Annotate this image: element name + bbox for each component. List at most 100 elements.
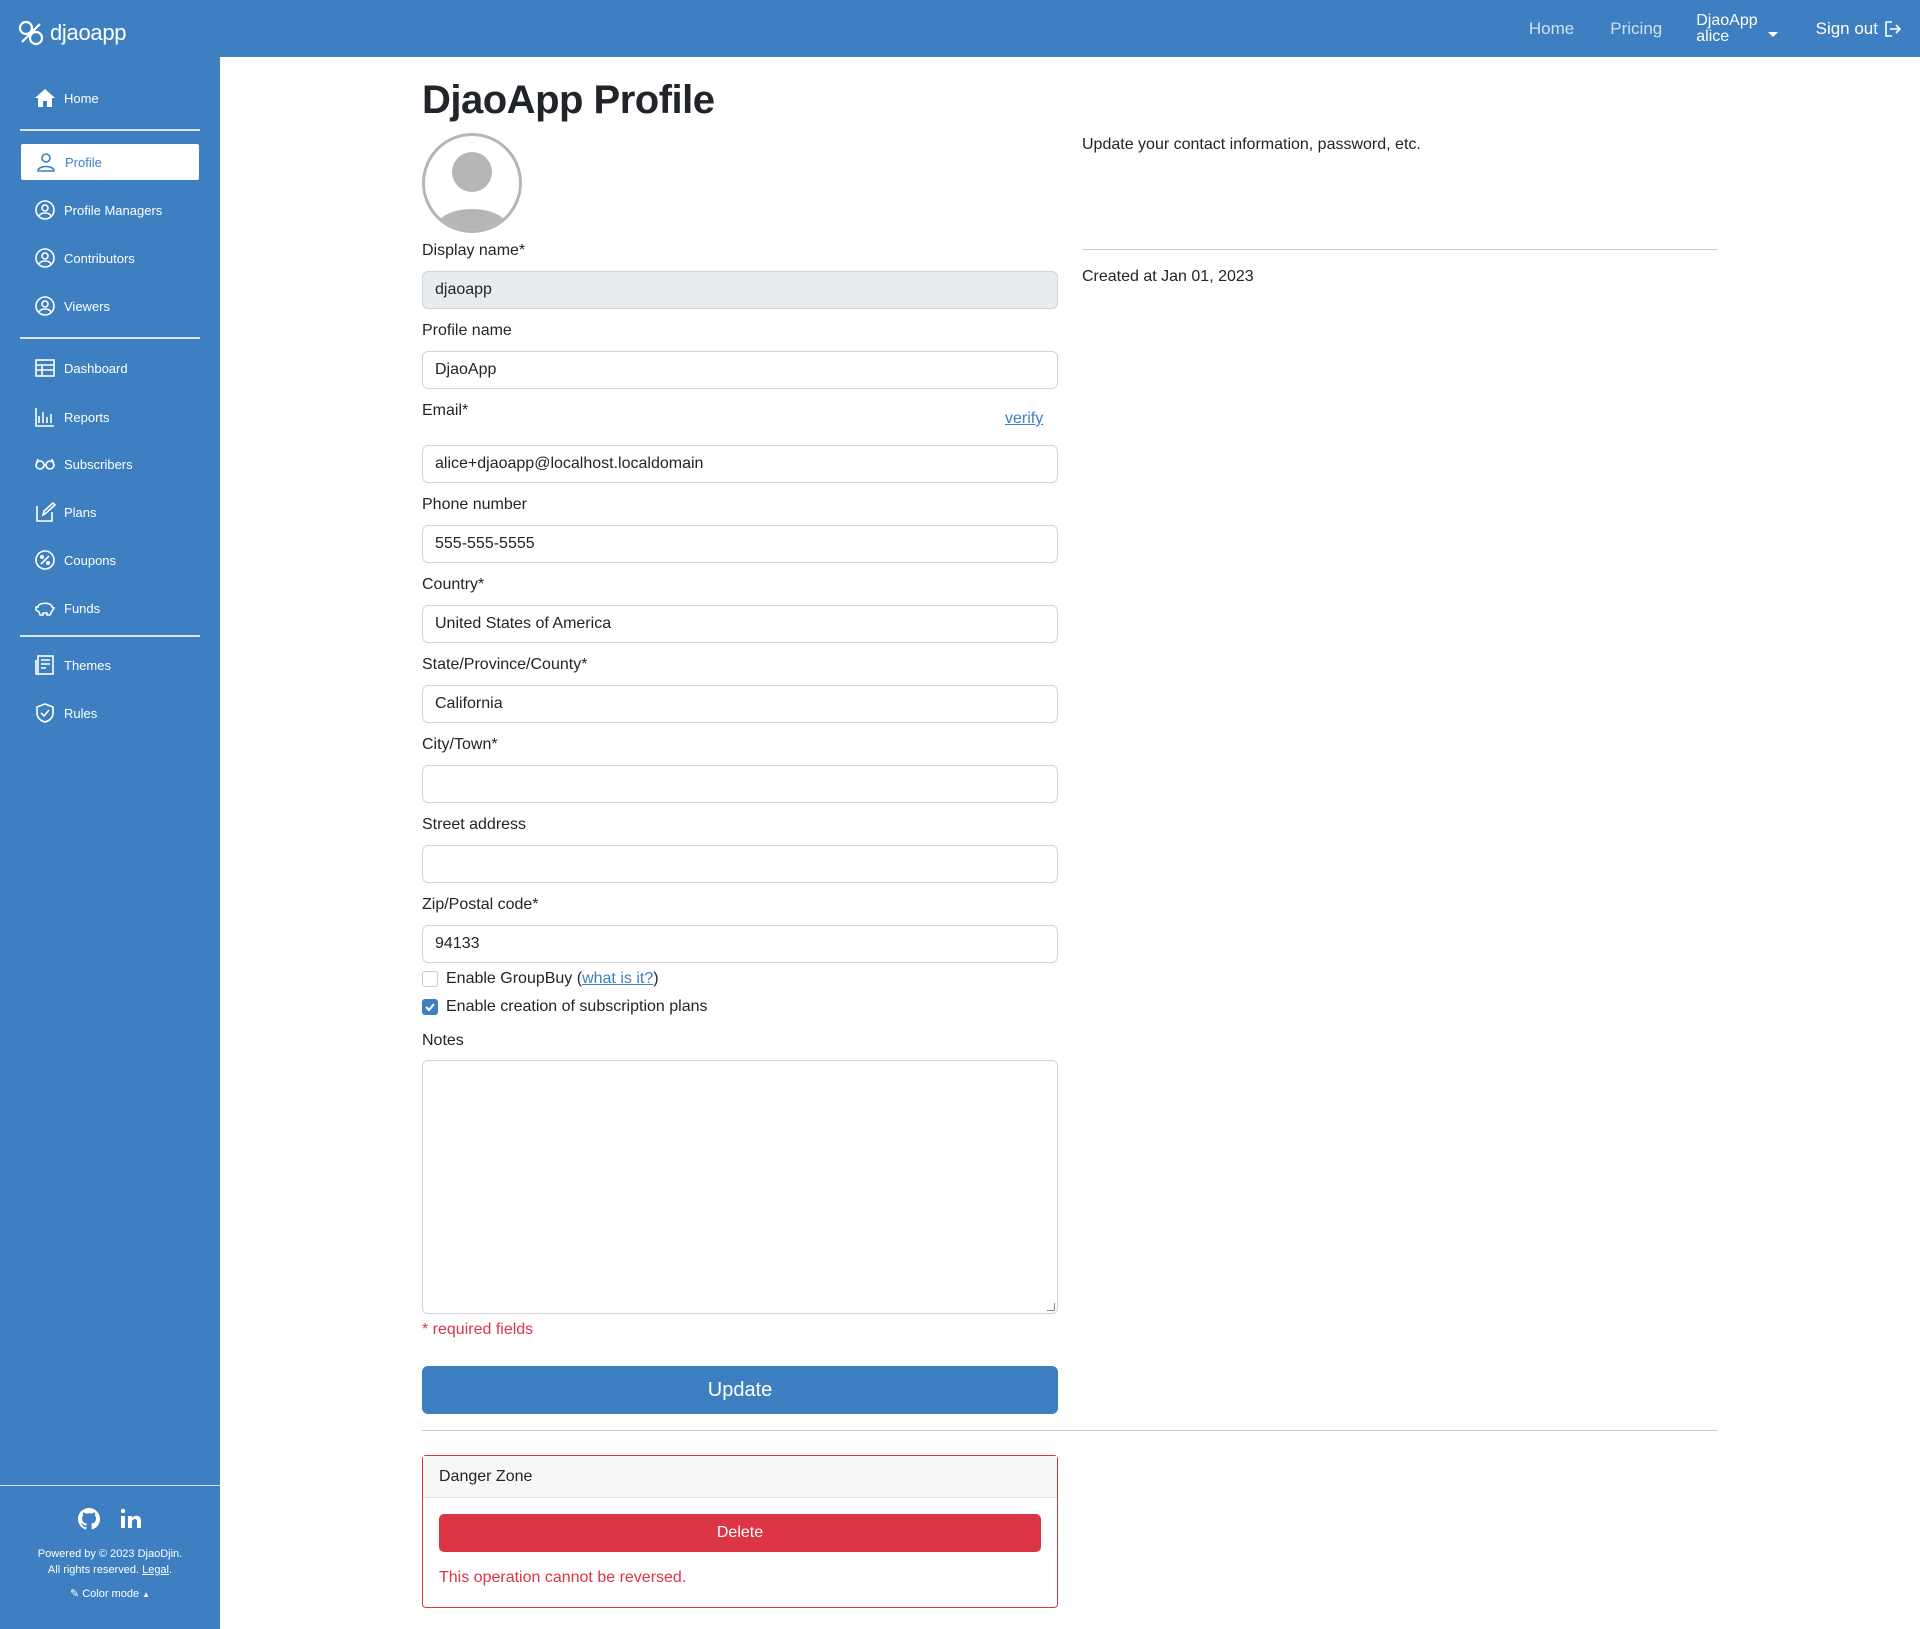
sidebar-footer-divider — [0, 1485, 220, 1486]
sidebar-item-subscribers[interactable]: Subscribers — [20, 445, 200, 483]
person-circle-icon — [35, 248, 55, 268]
person-circle-icon — [35, 296, 55, 316]
notes-label: Notes — [422, 1032, 464, 1049]
person-icon — [37, 153, 55, 172]
page-title: DjaoApp Profile — [422, 78, 715, 122]
nav-home-link[interactable]: Home — [1529, 19, 1574, 39]
github-icon[interactable] — [77, 1507, 101, 1531]
user-name: alice — [1696, 27, 1730, 45]
zip-label: Zip/Postal code* — [422, 896, 539, 913]
update-button[interactable]: Update — [422, 1366, 1058, 1414]
top-navbar: djaoapp Home Pricing DjaoApp alice Sign … — [0, 0, 1920, 57]
sidebar-divider — [20, 337, 200, 339]
verify-email-link[interactable]: verify — [1005, 410, 1043, 428]
djaoapp-logo-icon — [18, 20, 44, 46]
zip-field[interactable]: 94133 — [422, 925, 1058, 963]
sign-out-link[interactable]: Sign out — [1816, 19, 1902, 39]
avatar[interactable] — [422, 133, 522, 233]
sidebar-item-funds[interactable]: Funds — [20, 589, 200, 627]
sidebar-item-label: Subscribers — [64, 456, 133, 472]
social-links — [0, 1507, 220, 1531]
sidebar-item-home[interactable]: Home — [20, 79, 200, 117]
sidebar-item-contributors[interactable]: Contributors — [20, 239, 200, 277]
user-menu-dropdown[interactable]: DjaoApp alice — [1696, 12, 1778, 45]
coupon-icon — [35, 550, 55, 570]
sidebar-item-label: Themes — [64, 657, 111, 673]
newspaper-icon — [35, 655, 54, 675]
chevron-down-icon — [1767, 32, 1778, 37]
sidebar-item-label: Home — [64, 90, 99, 106]
profile-name-label: Profile name — [422, 322, 512, 339]
sidebar-divider — [20, 635, 200, 637]
plans-row: Enable creation of subscription plans — [422, 998, 708, 1016]
brush-icon: ✎ — [69, 1588, 80, 1600]
sidebar-item-coupons[interactable]: Coupons — [20, 541, 200, 579]
city-label: City/Town* — [422, 736, 498, 753]
legal-link[interactable]: Legal — [142, 1564, 169, 1576]
powered-line: Powered by © 2023 DjaoDjin. — [37, 1548, 183, 1560]
sidebar-item-label: Viewers — [64, 298, 111, 314]
sidebar-item-plans[interactable]: Plans — [20, 493, 200, 531]
checkmark-icon — [425, 1003, 435, 1012]
brand-link[interactable]: djaoapp — [16, 18, 127, 48]
phone-field[interactable]: 555-555-5555 — [422, 525, 1058, 563]
right-divider — [1082, 249, 1718, 250]
nav-pricing-link[interactable]: Pricing — [1610, 19, 1662, 39]
groupbuy-row: Enable GroupBuy (what is it?) — [422, 970, 659, 988]
edit-icon — [36, 501, 56, 522]
sidebar-item-themes[interactable]: Themes — [20, 646, 200, 684]
sidebar-item-label: Reports — [64, 409, 110, 425]
country-field[interactable]: United States of America — [422, 605, 1058, 643]
sidebar-item-label: Dashboard — [64, 360, 128, 376]
created-at-text: Created at Jan 01, 2023 — [1082, 268, 1254, 285]
top-nav-links: Home Pricing DjaoApp alice Sign out — [1493, 0, 1902, 57]
linkedin-icon[interactable] — [119, 1507, 143, 1531]
shield-check-icon — [36, 703, 54, 723]
danger-zone-title: Danger Zone — [423, 1456, 1057, 1498]
dashboard-icon — [35, 359, 55, 377]
chart-icon — [35, 408, 54, 427]
sidebar-item-label: Profile — [65, 154, 102, 170]
danger-zone-card: Danger Zone Delete This operation cannot… — [422, 1455, 1058, 1608]
sidebar-item-label: Rules — [64, 705, 98, 721]
profile-name-field[interactable]: DjaoApp — [422, 351, 1058, 389]
city-field[interactable] — [422, 765, 1058, 803]
person-circle-icon — [35, 200, 55, 220]
resize-handle-icon[interactable] — [1047, 1303, 1055, 1311]
state-label: State/Province/County* — [422, 656, 588, 673]
box-arrow-right-icon — [1885, 20, 1902, 37]
delete-button[interactable]: Delete — [439, 1514, 1041, 1552]
sidebar-item-reports[interactable]: Reports — [20, 398, 200, 436]
groupbuy-checkbox[interactable] — [422, 971, 438, 987]
sidebar-item-profile-managers[interactable]: Profile Managers — [20, 191, 200, 229]
email-label: Email* — [422, 402, 469, 419]
person-placeholder-icon — [435, 152, 509, 230]
groupbuy-label-suffix: ) — [653, 970, 659, 987]
sidebar-item-label: Contributors — [64, 250, 135, 266]
what-is-it-link[interactable]: what is it? — [582, 970, 653, 988]
sidebar-item-label: Coupons — [64, 552, 117, 568]
rights-line: All rights reserved. — [47, 1564, 140, 1576]
email-field[interactable]: alice+djaoapp@localhost.localdomain — [422, 445, 1058, 483]
state-field[interactable]: California — [422, 685, 1058, 723]
street-label: Street address — [422, 816, 527, 833]
page-description: Update your contact information, passwor… — [1082, 136, 1421, 153]
phone-label: Phone number — [422, 496, 527, 513]
sidebar-item-profile[interactable]: Profile — [20, 143, 200, 181]
sidebar-item-viewers[interactable]: Viewers — [20, 287, 200, 325]
sidebar-item-dashboard[interactable]: Dashboard — [20, 349, 200, 387]
display-name-label: Display name* — [422, 242, 526, 259]
notes-textarea[interactable] — [422, 1060, 1058, 1314]
street-field[interactable] — [422, 845, 1058, 883]
brand-name: djaoapp — [50, 20, 127, 45]
sidebar-divider — [20, 129, 200, 131]
sidebar-item-rules[interactable]: Rules — [20, 694, 200, 732]
piggy-bank-icon — [35, 602, 56, 616]
display-name-field[interactable]: djaoapp — [422, 271, 1058, 309]
color-mode-toggle[interactable]: ✎ Color mode ▲ — [0, 1587, 220, 1600]
sidebar: Home Profile Profile Managers Contributo… — [0, 57, 220, 1629]
sidebar-item-label: Funds — [64, 600, 101, 616]
plans-checkbox[interactable] — [422, 999, 438, 1015]
color-mode-label: Color mode — [82, 1588, 140, 1600]
powered-by-text: Powered by © 2023 DjaoDjin. All rights r… — [0, 1546, 220, 1578]
